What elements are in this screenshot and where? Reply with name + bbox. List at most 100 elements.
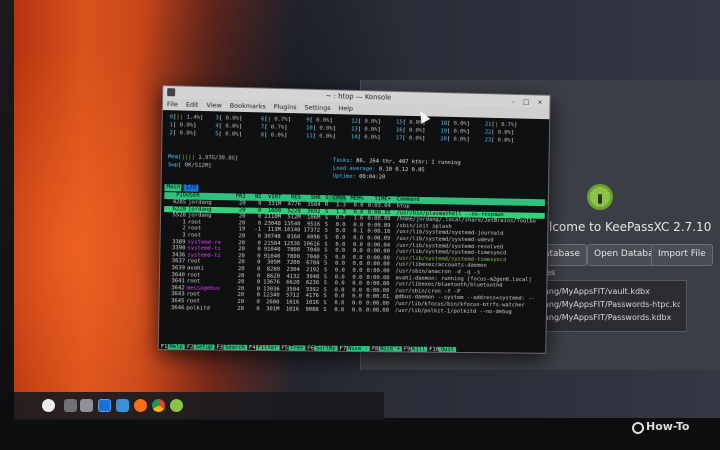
column-header[interactable]: S xyxy=(321,195,328,202)
column-header[interactable]: TIME+ xyxy=(364,196,390,203)
fkey-f1[interactable]: F1 xyxy=(161,344,168,350)
konsole-app-icon xyxy=(167,88,176,97)
process-res: 1016 xyxy=(285,306,300,313)
fkey-label: SortBy xyxy=(313,345,338,352)
swap-meter: Swp[ 0K/512M] xyxy=(167,162,212,170)
column-header[interactable]: SHR xyxy=(301,195,321,202)
menu-view[interactable]: View xyxy=(206,101,221,109)
cpu-percent: 0.0% xyxy=(270,132,285,139)
menu-file[interactable]: File xyxy=(167,100,178,108)
cpu-percent: 0.0% xyxy=(497,137,511,144)
cpu-meter: 23[ 0.0%] xyxy=(484,137,514,144)
process-time: 0:00.00 xyxy=(365,307,390,314)
cpu-percent: 0.0% xyxy=(225,123,239,130)
cpu-percent: 0.0% xyxy=(179,122,194,129)
column-header[interactable]: RES xyxy=(281,194,301,201)
cpu-percent: 0.0% xyxy=(225,115,239,122)
keepassxc-logo-icon xyxy=(587,184,613,210)
fkey-f8[interactable]: F8 xyxy=(372,346,379,352)
column-header[interactable]: MEM% xyxy=(346,196,363,203)
recent-database-item[interactable]: ang/MyAppsFIT/vault.kdbx xyxy=(544,285,680,298)
mem-meter: Mem[|||| 1.97G/30.8G] xyxy=(167,154,239,162)
cpu-meter: 9[ 0.0%] xyxy=(306,117,333,124)
process-virt: 301M xyxy=(266,305,280,312)
fkey-f3[interactable]: F3 xyxy=(216,345,223,351)
overview-icon[interactable] xyxy=(64,399,77,412)
column-header[interactable]: NI xyxy=(246,194,262,201)
recent-database-item[interactable]: ang/MyAppsFIT/Passwords.kdbx xyxy=(544,311,680,324)
cpu-meter: 12[ 0.0%] xyxy=(351,118,381,126)
cpu-meter: 0[|| 1.4%] xyxy=(169,114,204,121)
recent-databases-list[interactable]: ang/MyAppsFIT/vault.kdbx ang/MyAppsFIT/P… xyxy=(537,280,687,332)
app-launcher-icon[interactable] xyxy=(42,399,55,412)
cpu-meter: 3[ 0.0%] xyxy=(215,115,243,122)
cpu-percent: 0.0% xyxy=(319,133,333,140)
fkey-f4[interactable]: F4 xyxy=(249,345,256,351)
cpu-percent: 0.0% xyxy=(409,127,423,134)
process-mem: 0.0 xyxy=(351,306,362,313)
menu-edit[interactable]: Edit xyxy=(186,101,199,109)
terminal-area[interactable]: 0[|| 1.4%] 1[ 0.0%] 2[ 0.0%] 3[ 0.0%] 4[ 0.0… xyxy=(158,110,550,354)
cpu-meter: 18[ 0.0%] xyxy=(440,120,470,128)
uptime: Uptime: 00:04:20 xyxy=(332,173,386,181)
process-shr: 9088 xyxy=(305,306,319,313)
fkey-f10[interactable]: F10 xyxy=(429,347,439,353)
cpu-meter: 22[ 0.0%] xyxy=(484,129,515,137)
keepassxc-taskbar-icon[interactable] xyxy=(170,399,183,412)
konsole-taskbar-icon[interactable] xyxy=(98,399,111,412)
chrome-icon[interactable] xyxy=(152,399,165,412)
fkey-f6[interactable]: F6 xyxy=(307,346,314,352)
fkey-label: Search xyxy=(222,344,248,351)
column-header[interactable]: CPU% xyxy=(328,195,347,203)
fkey-f9[interactable]: F9 xyxy=(404,346,411,352)
column-header[interactable]: PRI xyxy=(230,193,246,200)
cpu-meter: 10[ 0.0%] xyxy=(306,125,336,132)
fkey-label: Filter xyxy=(255,344,280,352)
cpu-meter: 19[ 0.0%] xyxy=(440,128,470,136)
tab-main[interactable]: Main xyxy=(164,184,183,192)
menu-plugins[interactable]: Plugins xyxy=(274,103,297,111)
cpu-percent: 0.0% xyxy=(364,118,378,126)
column-header[interactable]: VIRT xyxy=(262,194,281,201)
menu-bookmarks[interactable]: Bookmarks xyxy=(230,102,266,111)
fkey-f5[interactable]: F5 xyxy=(281,345,288,351)
file-manager-icon[interactable] xyxy=(80,399,93,412)
process-list[interactable]: 4285 jordang 20 0 331M 4776 3584 R 1.3 0.0 0:03.04… xyxy=(162,199,545,316)
menu-help[interactable]: Help xyxy=(338,104,353,112)
firefox-icon[interactable] xyxy=(134,399,147,412)
fkey-label: Setup xyxy=(193,344,215,351)
cpu-percent: 0.0% xyxy=(408,135,423,142)
tab-io[interactable]: I/O xyxy=(183,184,199,192)
import-file-button[interactable]: Import File xyxy=(651,244,713,266)
cpu-percent: 0.0% xyxy=(453,120,467,128)
process-cpu: 0.0 xyxy=(334,306,345,313)
fkey-f7[interactable]: F7 xyxy=(339,346,346,352)
watermark: How-To xyxy=(646,420,690,433)
cpu-meter: 20[ 0.0%] xyxy=(440,136,470,143)
konsole-window[interactable]: ~ : htop — Konsole – □ × File Edit View … xyxy=(157,85,551,354)
cpu-percent: 0.7% xyxy=(270,124,285,131)
cpu-percent: 0.0% xyxy=(225,131,239,138)
watermark-logo-icon xyxy=(632,422,644,434)
cpu-meter: 2[ 0.0%] xyxy=(169,130,197,137)
process-ni: 0 xyxy=(256,305,260,312)
cpu-percent: 0.0% xyxy=(179,130,194,137)
cpu-bar: || xyxy=(176,114,184,121)
column-header[interactable]: PID xyxy=(164,192,186,199)
process-user: polkitd xyxy=(186,304,210,312)
process-pri: 20 xyxy=(237,305,244,312)
recent-database-item[interactable]: ang/MyAppsFIT/Passwords-htpc.kdbx xyxy=(544,298,680,311)
cpu-meter: 7[ 0.7%] xyxy=(260,124,288,131)
cpu-meter: 5[ 0.0%] xyxy=(215,131,242,138)
cpu-percent: 1.4% xyxy=(186,114,201,121)
cpu-meter: 17[ 0.0%] xyxy=(395,135,426,142)
fkey-label: Quit xyxy=(438,346,456,353)
menu-settings[interactable]: Settings xyxy=(304,103,330,112)
cpu-meter: 14[ 0.0%] xyxy=(350,134,381,141)
cpu-percent: 0.0% xyxy=(497,129,511,136)
dolphin-icon[interactable] xyxy=(116,399,129,412)
window-title: ~ : htop — Konsole xyxy=(325,92,392,102)
cpu-meter: 13[ 0.0%] xyxy=(351,126,381,133)
cpu-percent: 0.0% xyxy=(453,128,467,135)
cpu-percent: 0.0% xyxy=(319,125,333,132)
